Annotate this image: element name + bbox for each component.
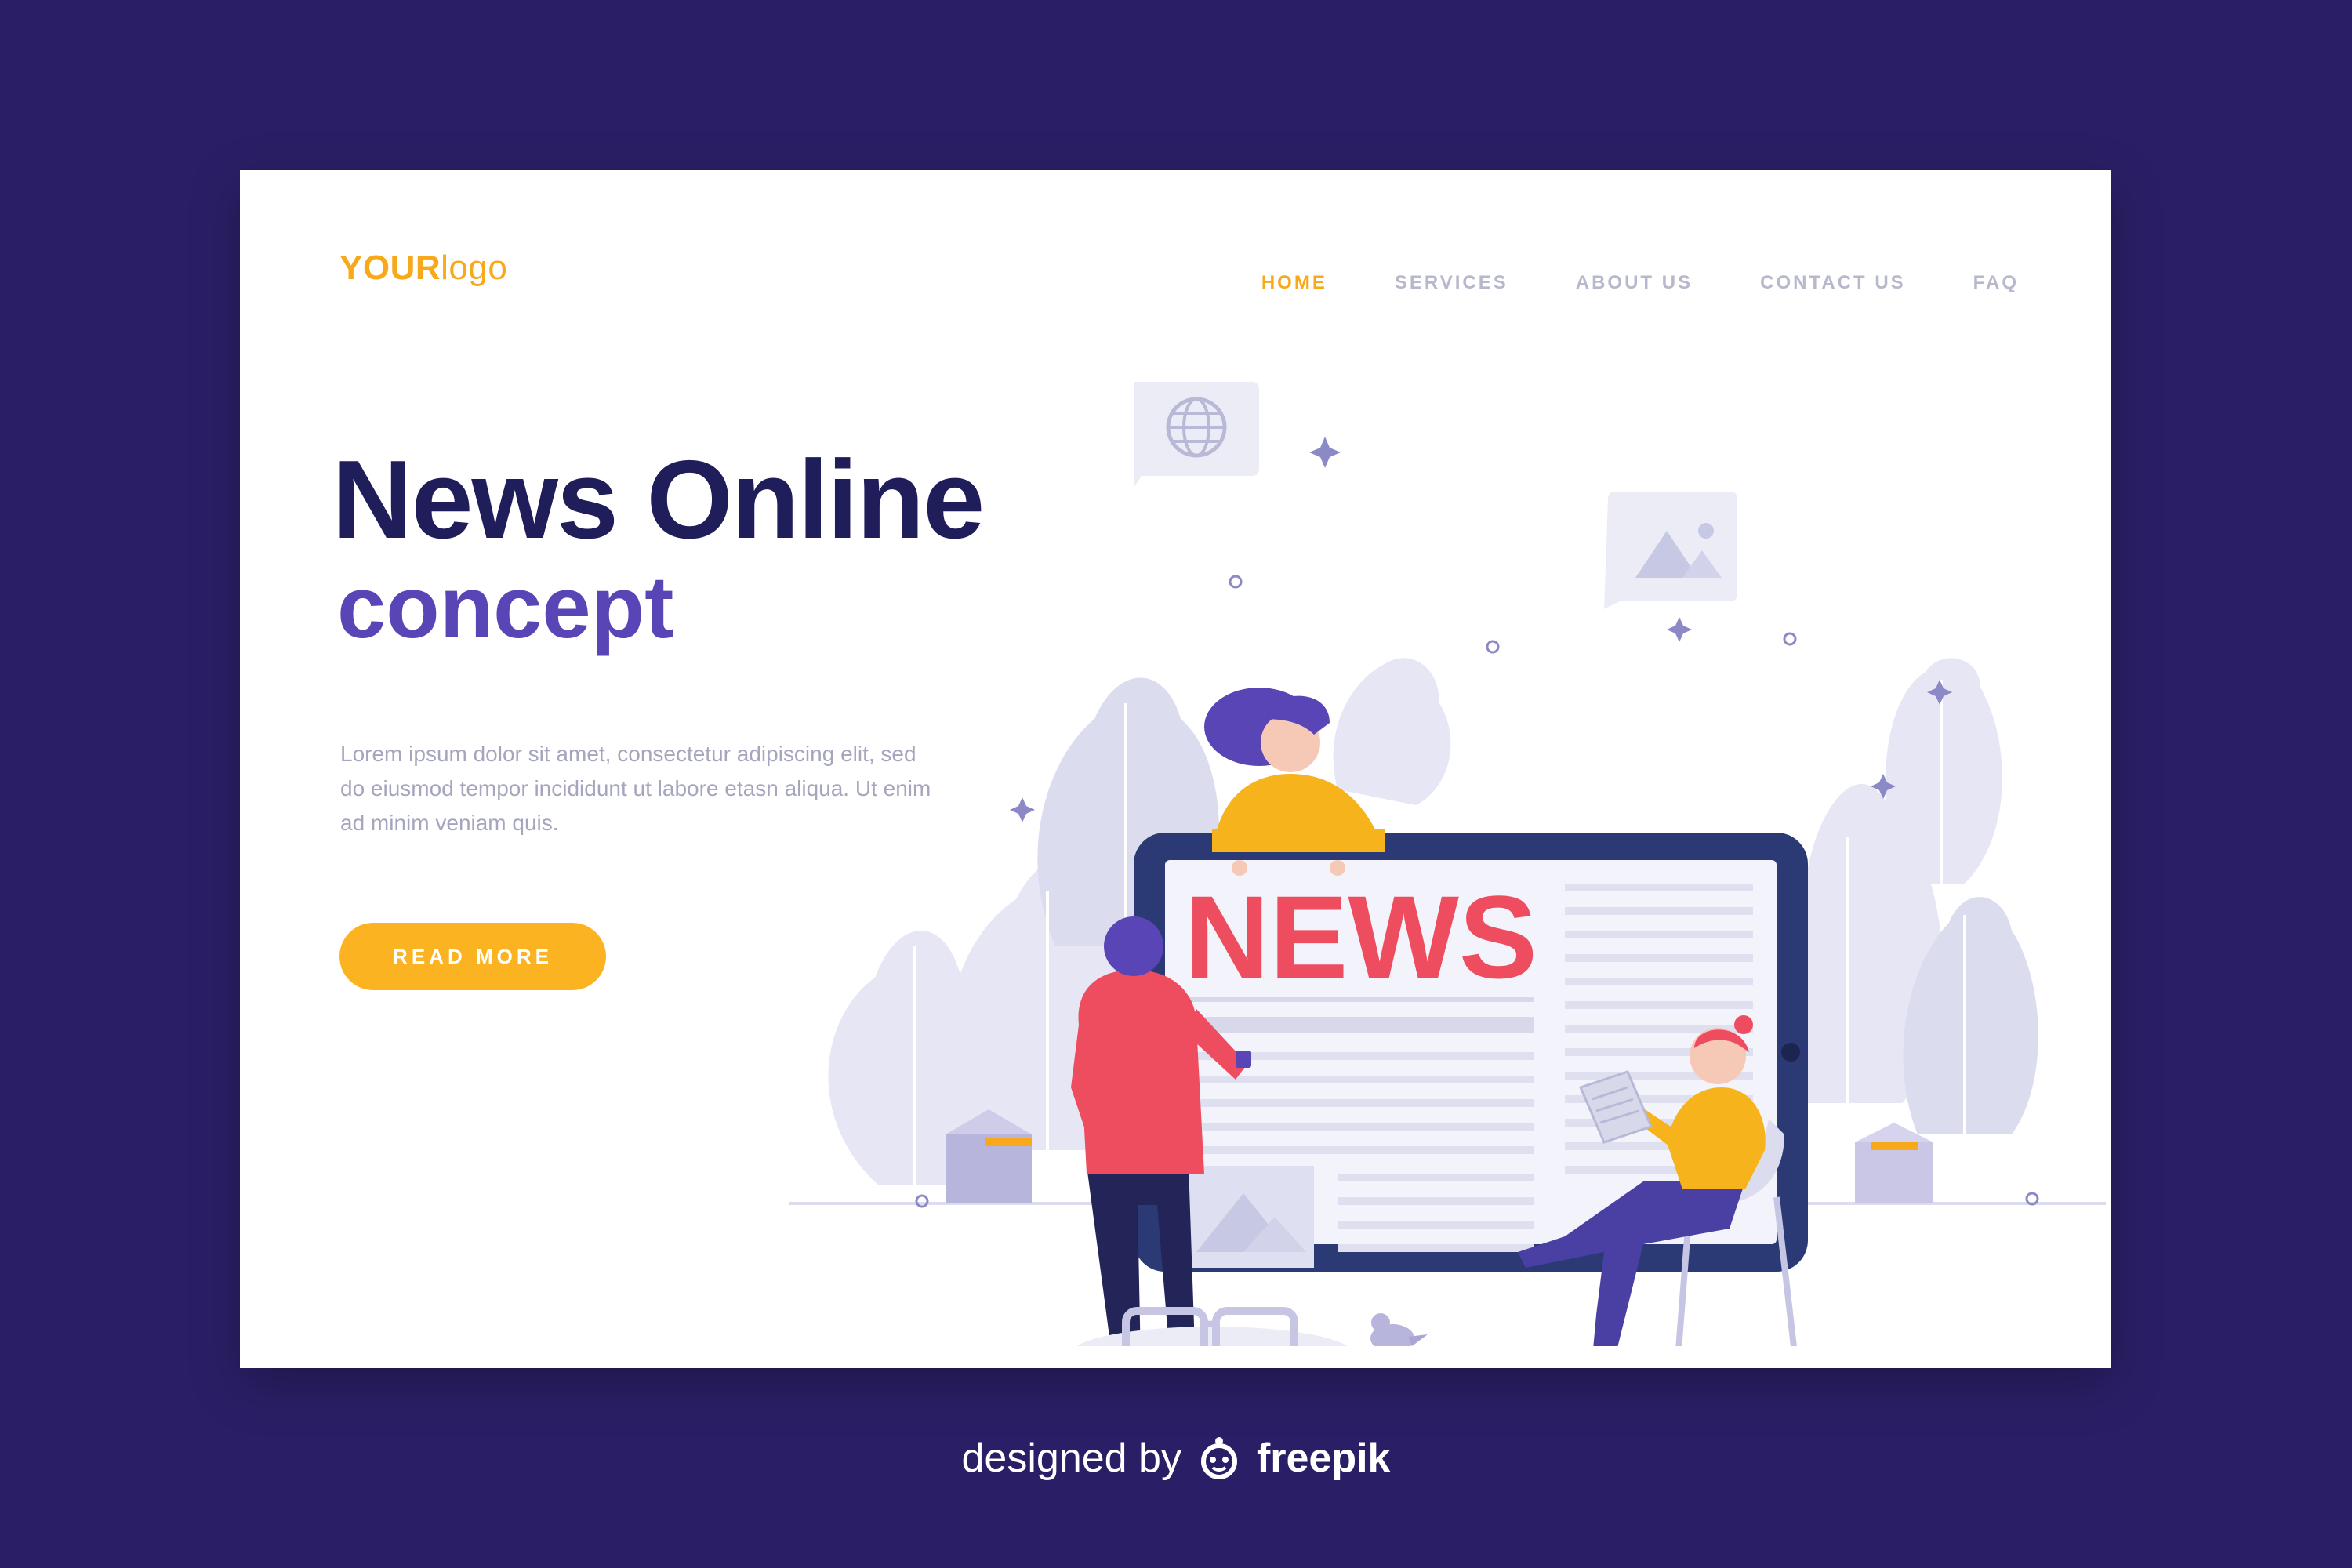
- logo-bold-text: YOUR: [339, 249, 441, 287]
- logo-light-text: logo: [441, 249, 508, 287]
- nav-contact-us[interactable]: CONTACT US: [1760, 272, 1906, 294]
- credit-brand[interactable]: freepik: [1257, 1435, 1391, 1482]
- read-more-button[interactable]: READ MORE: [339, 923, 606, 990]
- hero-subtitle: concept: [337, 558, 674, 656]
- main-nav: HOME SERVICES ABOUT US CONTACT US FAQ: [1261, 272, 2019, 294]
- designer-credit: designed by freepik: [0, 1435, 2352, 1482]
- nav-home[interactable]: HOME: [1261, 272, 1327, 294]
- credit-prefix: designed by: [961, 1436, 1181, 1481]
- news-headline-text: NEWS: [1185, 871, 1537, 1003]
- image-icon: [1604, 492, 1737, 609]
- news-illustration: NEWS: [789, 382, 2106, 1346]
- globe-icon: [1134, 382, 1259, 488]
- nav-services[interactable]: SERVICES: [1395, 272, 1508, 294]
- logo[interactable]: YOURlogo: [339, 249, 507, 288]
- nav-about-us[interactable]: ABOUT US: [1576, 272, 1693, 294]
- freepik-icon: [1200, 1437, 1237, 1479]
- bird-icon: [1370, 1313, 1428, 1346]
- landing-page-card: YOURlogo HOME SERVICES ABOUT US CONTACT …: [240, 170, 2111, 1368]
- nav-faq[interactable]: FAQ: [1973, 272, 2019, 294]
